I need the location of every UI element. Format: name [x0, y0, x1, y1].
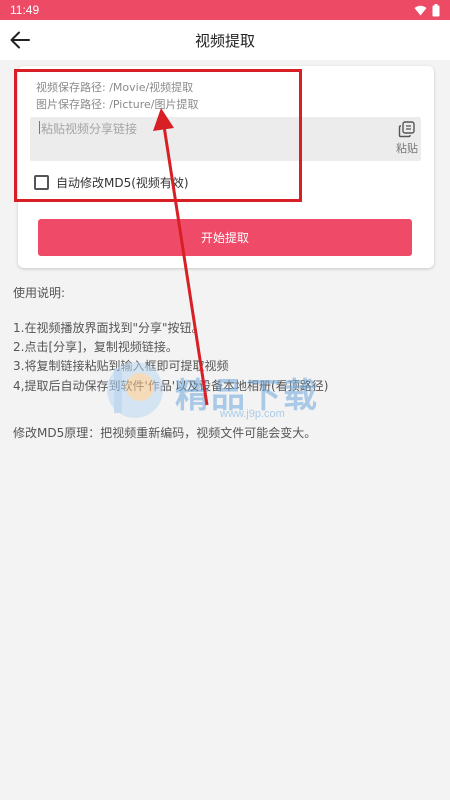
app-bar: 视频提取	[0, 20, 450, 60]
battery-icon	[432, 3, 440, 16]
arrow-left-icon	[10, 31, 30, 49]
status-bar: 11:49	[0, 0, 450, 20]
md5-note: 修改MD5原理：把视频重新编码，视频文件可能会变大。	[13, 426, 317, 440]
instruction-step: 4,提取后自动保存到软件'作品'以及设备本地相册(看顶路径)	[13, 379, 329, 393]
paste-label: 粘贴	[396, 142, 418, 155]
start-extract-button[interactable]: 开始提取	[38, 219, 412, 256]
watermark-subtext: www.j9p.com	[220, 408, 285, 420]
instruction-step: 2.点击[分享]，复制视频链接。	[13, 340, 178, 354]
annotation-box	[14, 69, 302, 202]
instruction-step: 3.将复制链接粘贴到输入框即可提取视频	[13, 359, 229, 373]
paste-button[interactable]: 粘贴	[391, 121, 423, 157]
back-button[interactable]	[6, 26, 34, 54]
clipboard-icon	[398, 121, 415, 138]
wifi-icon	[414, 5, 427, 15]
page-title: 视频提取	[194, 31, 255, 50]
status-time: 11:49	[10, 3, 40, 17]
instructions-title: 使用说明:	[13, 286, 66, 300]
status-icons	[414, 3, 440, 17]
instruction-step: 1.在视频播放界面找到"分享"按钮。	[13, 321, 204, 335]
